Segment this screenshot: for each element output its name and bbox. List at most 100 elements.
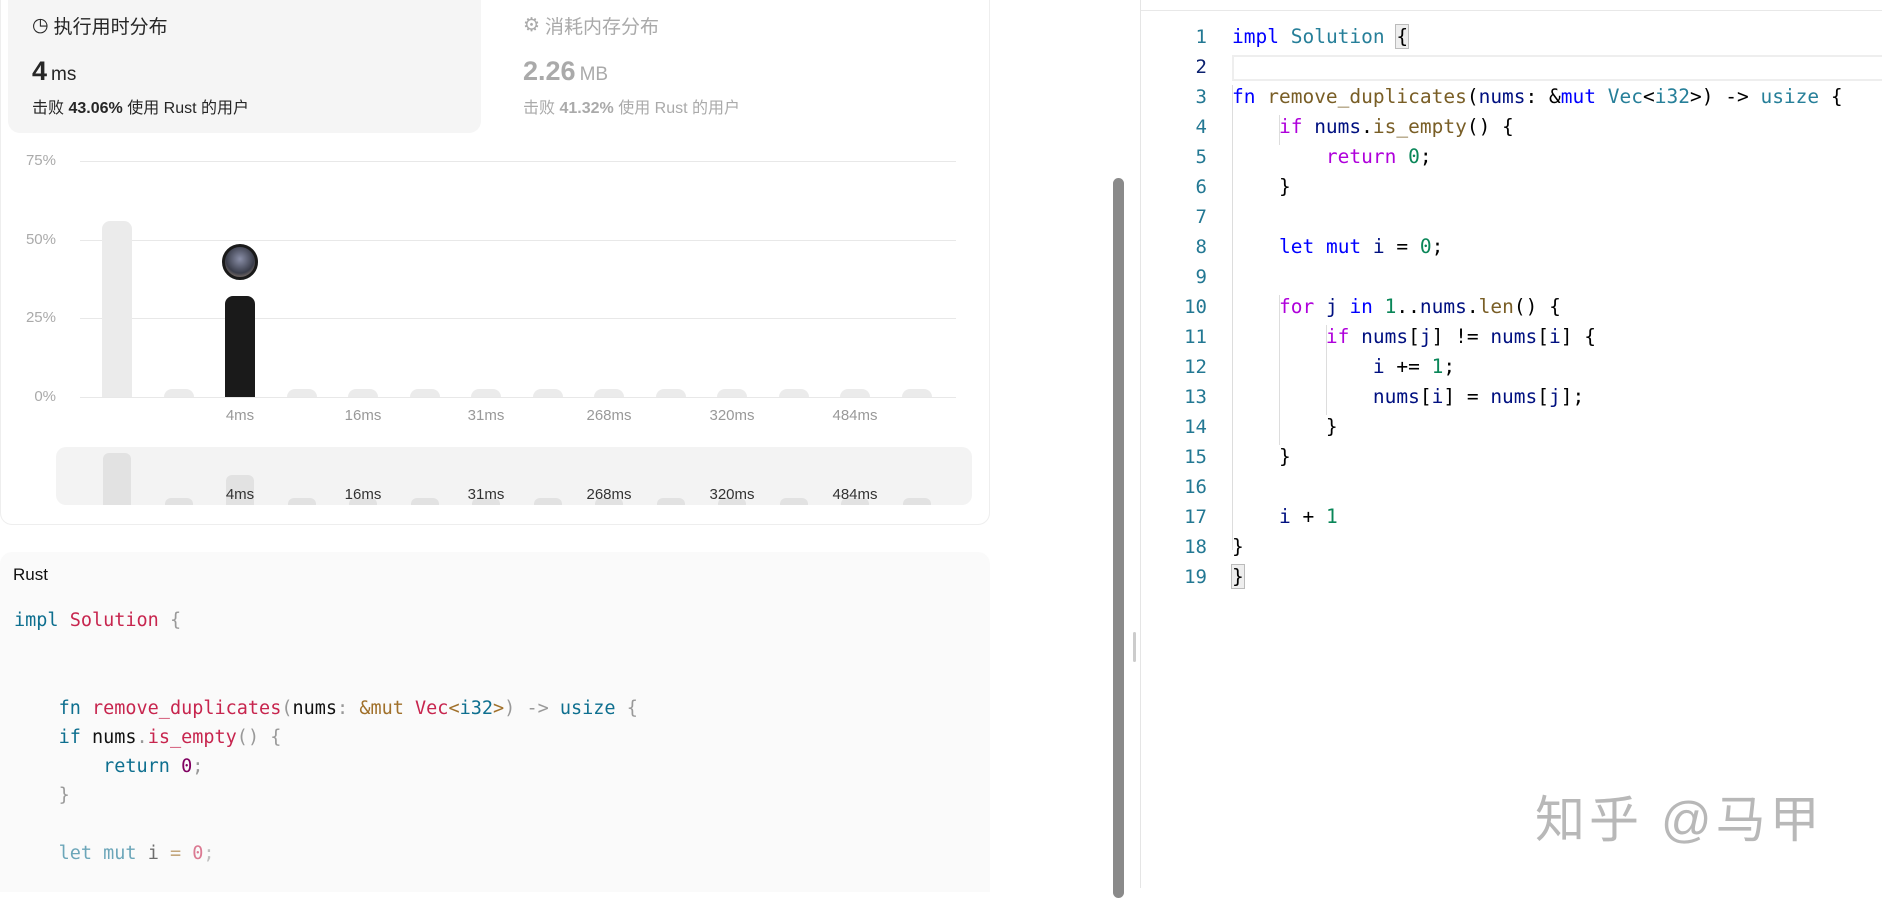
code-line: } xyxy=(1231,564,1245,589)
code-line: } xyxy=(1232,175,1291,198)
x-tick-label: 16ms xyxy=(344,407,382,424)
code-line: if nums.is_empty() { xyxy=(1278,115,1514,138)
y-tick-label: 25% xyxy=(25,309,56,327)
gridline xyxy=(80,397,956,398)
x-tick-label: 4ms xyxy=(225,407,255,424)
overview-bar xyxy=(164,498,193,505)
gridline xyxy=(80,239,956,241)
line-number: 3 xyxy=(1195,86,1207,108)
x-tick-label: 268ms xyxy=(586,407,632,424)
chart-overview-slider[interactable]: 4ms 16ms 31ms 268ms 320ms 484ms xyxy=(56,447,972,505)
code-line: impl Solution { xyxy=(1232,24,1410,49)
result-panel: ◷ 执行用时分布 4 ms 击败 43.06% 使用 Rust 的用户 ⚙ 消耗内存分… xyxy=(0,0,990,892)
chart-bar[interactable] xyxy=(163,389,194,397)
runtime-title: 执行用时分布 xyxy=(53,17,168,38)
chart-bar[interactable] xyxy=(286,389,317,397)
beat-prefix: 击败 xyxy=(32,100,65,117)
editor-top-border xyxy=(1141,10,1882,11)
code-line: if nums[j] != nums[i] { xyxy=(1325,325,1597,348)
line-number: 15 xyxy=(1184,446,1207,468)
resize-handle[interactable] xyxy=(1133,632,1136,662)
chip-icon: ⚙ xyxy=(523,15,541,36)
line-number: 2 xyxy=(1195,56,1207,78)
overview-label: 268ms xyxy=(586,486,632,503)
current-line-highlight xyxy=(1232,55,1882,81)
chart-bar[interactable] xyxy=(102,220,132,397)
chart-bar[interactable] xyxy=(594,389,624,397)
chart-bar[interactable] xyxy=(409,389,440,397)
chart-bar[interactable] xyxy=(532,389,563,397)
overview-bar xyxy=(902,498,931,505)
gridline xyxy=(80,161,956,162)
code-line: } xyxy=(1232,415,1338,438)
line-number: 4 xyxy=(1195,116,1207,138)
runtime-unit: ms xyxy=(51,64,77,85)
code-line: nums[i] = nums[j]; xyxy=(1232,385,1585,408)
overview-label: 31ms xyxy=(467,486,505,503)
overview-label: 16ms xyxy=(344,486,382,503)
chart-bar[interactable] xyxy=(778,389,809,397)
memory-beat-percent: 41.32% xyxy=(559,100,614,117)
chart-bar[interactable] xyxy=(901,389,932,397)
runtime-beat-percent: 43.06% xyxy=(68,100,123,117)
line-number: 5 xyxy=(1195,146,1207,168)
code-line: let mut i = 0; xyxy=(58,843,215,864)
code-line: return 0; xyxy=(1325,145,1432,168)
runtime-value: 4 xyxy=(32,56,48,86)
watermark: 知乎 @马甲 xyxy=(1535,792,1824,848)
x-tick-label: 320ms xyxy=(709,407,755,424)
memory-value: 2.26 xyxy=(523,56,576,86)
code-editor[interactable]: 1 2 3 4 5 6 7 8 9 10 11 12 13 14 15 16 17 18 19 impl Solut… xyxy=(1141,0,1882,888)
gridline xyxy=(80,318,956,320)
x-tick-label: 31ms xyxy=(467,407,505,424)
chart-bar[interactable] xyxy=(840,389,870,397)
code-line: i += 1; xyxy=(1232,355,1456,378)
beat-prefix: 击败 xyxy=(523,100,556,117)
overview-bar xyxy=(287,498,316,505)
overview-bar xyxy=(410,498,439,505)
overview-label: 320ms xyxy=(709,486,755,503)
chart-bar[interactable] xyxy=(717,389,747,397)
line-number: 17 xyxy=(1184,506,1207,528)
line-number: 11 xyxy=(1184,326,1207,348)
code-line: let mut i = 0; xyxy=(1278,235,1444,258)
y-tick-label: 0% xyxy=(34,388,56,405)
code-line: } xyxy=(1232,445,1291,468)
code-line: fn remove_duplicates(nums: &mut Vec<i32>… xyxy=(58,698,638,719)
y-tick-label: 50% xyxy=(25,230,56,248)
line-number: 1 xyxy=(1195,26,1207,48)
overview-bar xyxy=(656,498,685,505)
overview-bar xyxy=(103,453,131,505)
code-line: for j in 1..nums.len() { xyxy=(1278,295,1561,318)
chart-bar[interactable] xyxy=(471,389,501,397)
overview-bar xyxy=(533,498,562,505)
left-panel-scrollbar[interactable] xyxy=(1113,178,1124,898)
code-line: return 0; xyxy=(103,756,204,777)
line-number: 14 xyxy=(1184,416,1207,438)
line-number: 16 xyxy=(1184,476,1207,498)
code-line: impl Solution { xyxy=(14,610,182,631)
line-number: 7 xyxy=(1195,206,1207,228)
code-line: if nums.is_empty() { xyxy=(58,727,282,748)
line-number: 6 xyxy=(1195,176,1207,198)
line-number: 9 xyxy=(1195,266,1207,288)
code-line: i + 1 xyxy=(1232,505,1338,528)
beat-suffix: 使用 Rust 的用户 xyxy=(127,100,249,117)
code-line: } xyxy=(1232,535,1244,558)
chart-bar[interactable] xyxy=(225,296,255,397)
line-number: 13 xyxy=(1184,386,1207,408)
memory-title: 消耗内存分布 xyxy=(545,17,660,38)
line-number: 10 xyxy=(1184,296,1207,318)
y-tick-label: 75% xyxy=(25,152,56,169)
line-number: 18 xyxy=(1184,536,1207,558)
solution-code-card: Rust impl Solution { fn remove_duplicate… xyxy=(0,552,990,892)
beat-suffix: 使用 Rust 的用户 xyxy=(618,100,740,117)
chart-bar[interactable] xyxy=(655,389,686,397)
x-tick-label: 484ms xyxy=(832,407,878,424)
line-number: 12 xyxy=(1184,356,1207,378)
line-number: 19 xyxy=(1184,566,1207,588)
chart-bar[interactable] xyxy=(348,389,378,397)
clock-icon: ◷ xyxy=(32,15,49,36)
code-line: } xyxy=(58,785,70,806)
overview-label: 4ms xyxy=(225,486,255,503)
